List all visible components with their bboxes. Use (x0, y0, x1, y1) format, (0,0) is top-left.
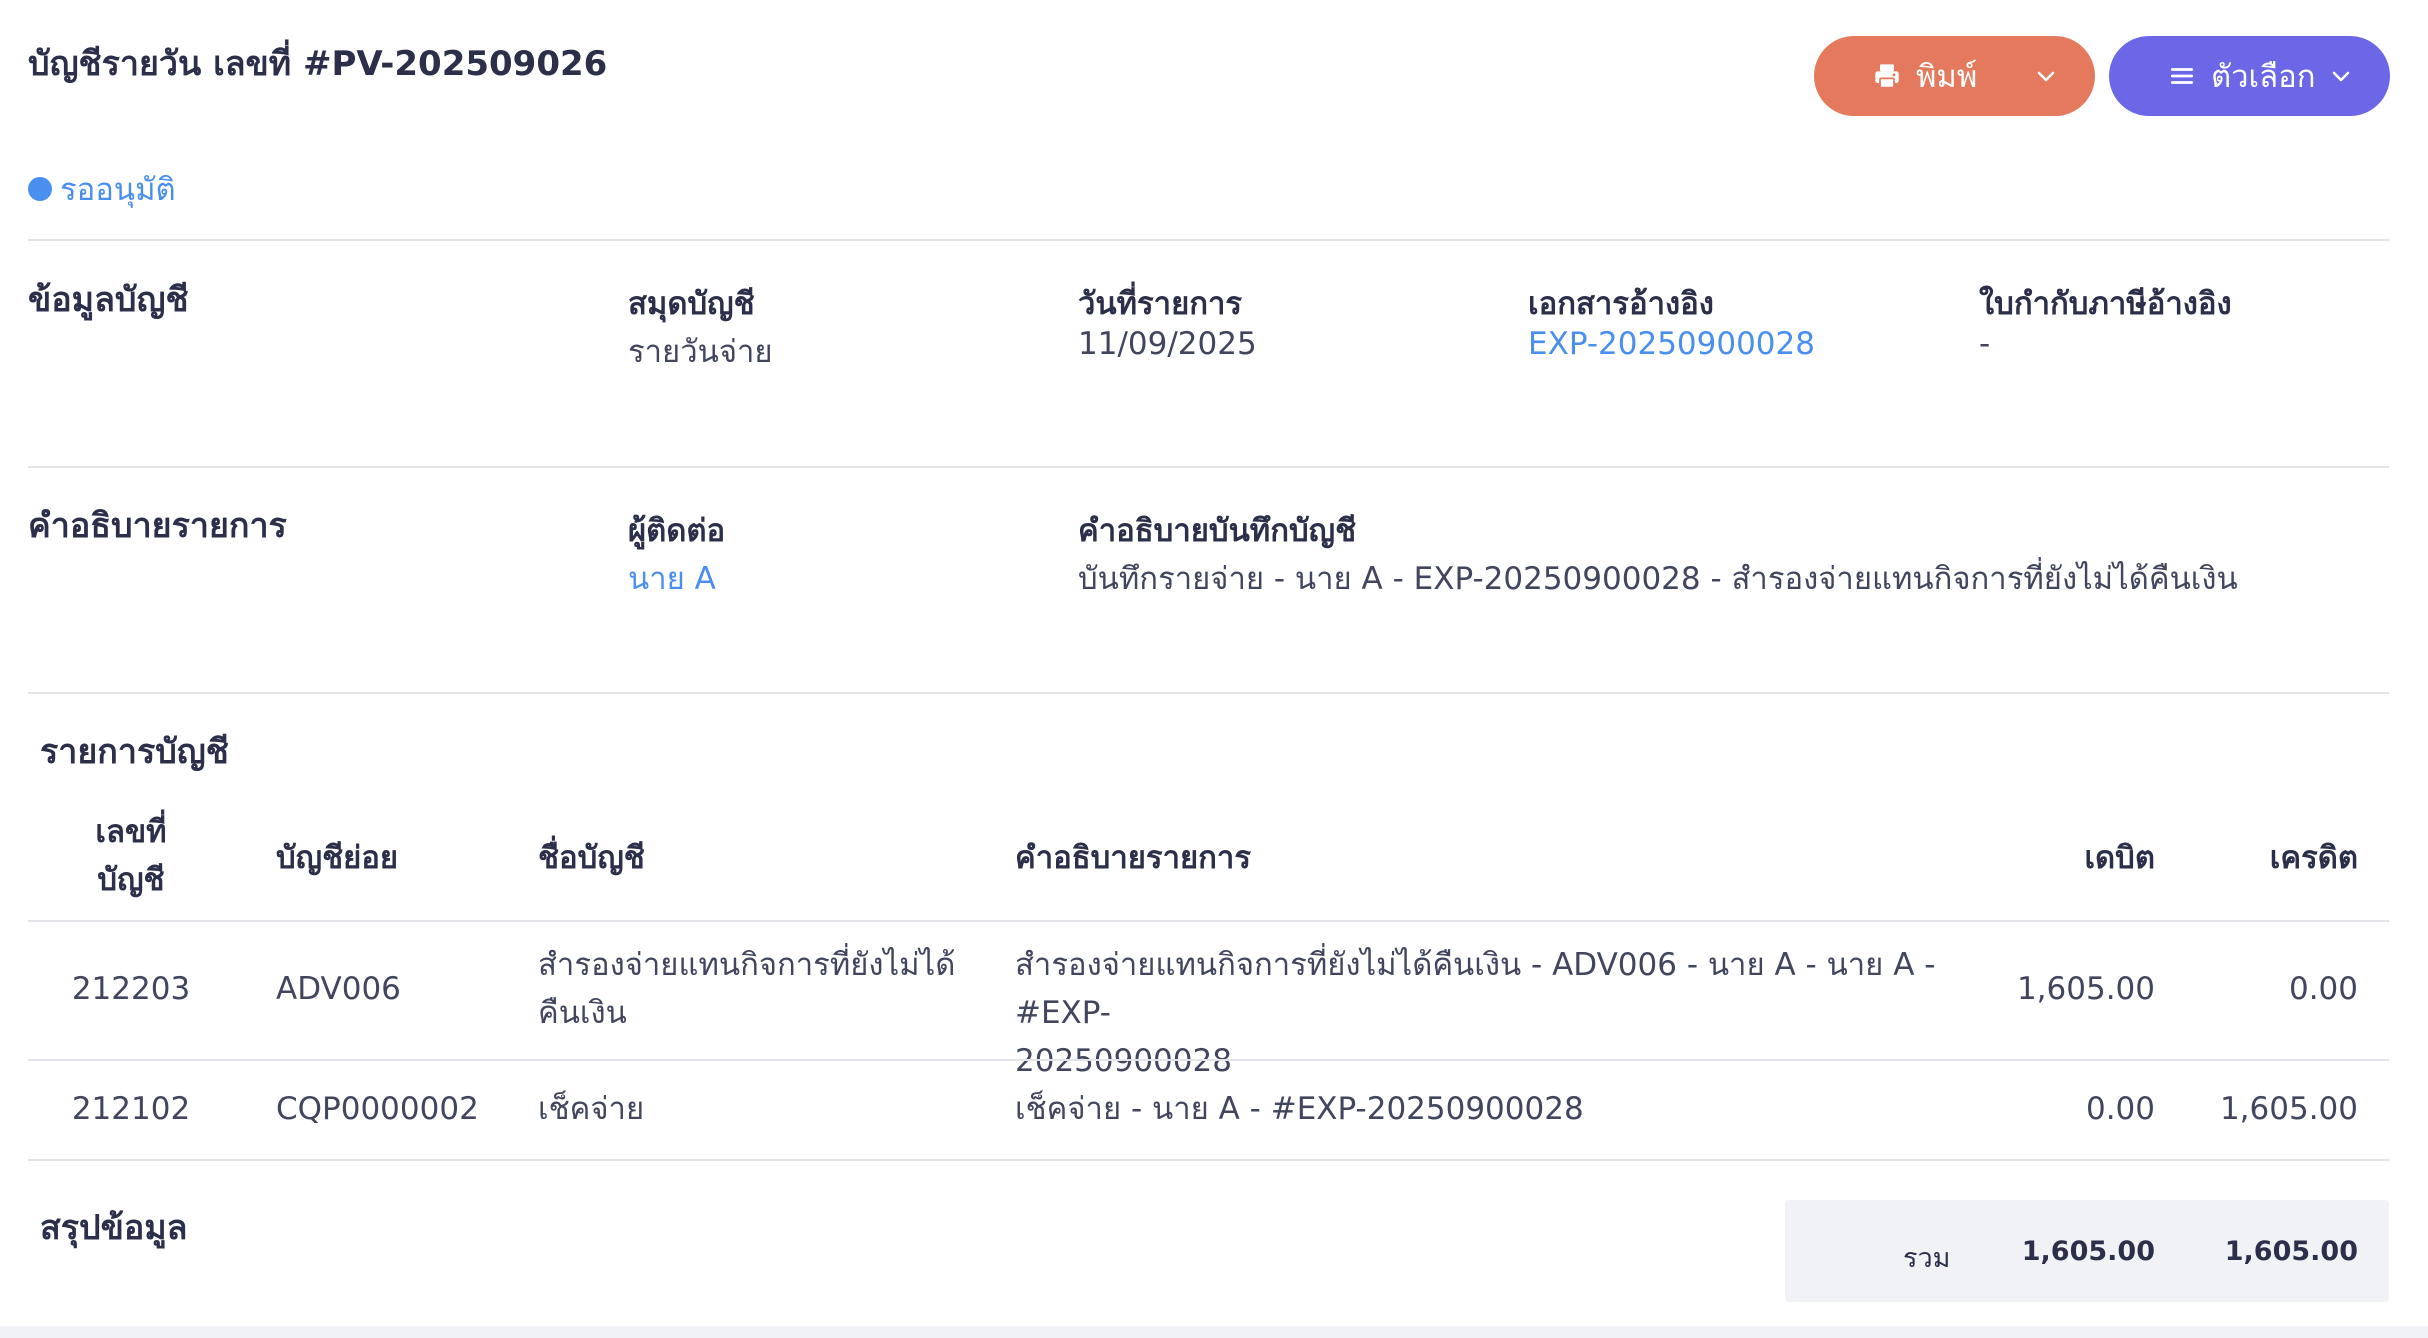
divider (28, 1059, 2389, 1061)
row-account-name: เช็คจ่าย (538, 1091, 645, 1127)
contact-label: ผู้ติดต่อ (628, 513, 726, 549)
journal-voucher-page: บัญชีรายวัน เลขที่ #PV-202509026 พิมพ์ ต… (0, 0, 2428, 1338)
col-description: คำอธิบายรายการ (1015, 840, 1251, 876)
entries-title: รายการบัญชี (40, 732, 229, 772)
row-description-link[interactable]: สำรองจ่ายแทนกิจการที่ยังไม่ได้คืนเงิน - … (1015, 941, 1955, 1085)
row-account-name-line2: คืนเงิน (538, 995, 627, 1031)
row-description-line2: 20250900028 (1015, 1043, 1232, 1079)
print-button-label: พิมพ์ (1916, 59, 1978, 95)
status-text: รออนุมัติ (60, 172, 176, 208)
row-sub-account: ADV006 (276, 971, 401, 1007)
row-description-link[interactable]: เช็คจ่าย - นาย A - #EXP-20250900028 (1015, 1085, 1584, 1133)
summary-title: สรุปข้อมูล (40, 1208, 188, 1248)
col-sub-account: บัญชีย่อย (276, 840, 399, 876)
options-button[interactable]: ตัวเลือก (2109, 36, 2390, 116)
contact-link[interactable]: นาย A (628, 553, 716, 603)
print-button[interactable]: พิมพ์ (1814, 36, 2095, 116)
row-account-no: 212102 (71, 1091, 191, 1127)
account-info-title: ข้อมูลบัญชี (28, 280, 189, 320)
col-credit: เครดิต (2269, 840, 2358, 876)
printer-icon (1872, 61, 1902, 91)
status-dot (28, 177, 52, 201)
chevron-down-icon[interactable] (2033, 63, 2059, 89)
date-label: วันที่รายการ (1078, 286, 1243, 322)
row-credit: 1,605.00 (2219, 1091, 2358, 1127)
divider (28, 239, 2389, 241)
row-sub-account: CQP0000002 (276, 1091, 479, 1127)
divider (28, 1159, 2389, 1161)
memo-label: คำอธิบายบันทึกบัญชี (1078, 513, 1357, 549)
col-account-no-line1: เลขที่ (95, 814, 167, 850)
row-description-line1: สำรองจ่ายแทนกิจการที่ยังไม่ได้คืนเงิน - … (1015, 947, 1936, 1031)
row-account-name: สำรองจ่ายแทนกิจการที่ยังไม่ได้ คืนเงิน (538, 941, 978, 1037)
col-account-name: ชื่อบัญชี (538, 840, 645, 876)
row-debit: 1,605.00 (2016, 971, 2155, 1007)
ref-doc-link[interactable]: EXP-20250900028 (1528, 326, 1815, 362)
col-debit: เดบิต (2084, 840, 2155, 876)
col-account-no-line2: บัญชี (97, 862, 165, 898)
total-debit: 1,605.00 (2021, 1236, 2155, 1267)
total-label: รวม (1903, 1243, 1951, 1274)
ref-doc-label: เอกสารอ้างอิง (1528, 286, 1714, 322)
row-debit: 0.00 (2085, 1091, 2155, 1127)
memo-value: บันทึกรายจ่าย - นาย A - EXP-20250900028 … (1078, 561, 2238, 597)
description-title: คำอธิบายรายการ (28, 506, 287, 546)
page-bottom-edge (0, 1326, 2428, 1338)
divider (28, 692, 2389, 694)
tax-invoice-value: - (1979, 326, 1991, 362)
row-account-name-line1: สำรองจ่ายแทนกิจการที่ยังไม่ได้ (538, 947, 956, 983)
divider (28, 920, 2389, 922)
menu-icon (2167, 61, 2197, 91)
page-title: บัญชีรายวัน เลขที่ #PV-202509026 (28, 44, 608, 84)
tax-invoice-label: ใบกำกับภาษีอ้างอิง (1979, 286, 2232, 322)
book-value: รายวันจ่าย (628, 334, 773, 370)
total-credit: 1,605.00 (2224, 1236, 2358, 1267)
book-label: สมุดบัญชี (628, 286, 755, 322)
date-value: 11/09/2025 (1078, 326, 1257, 362)
chevron-down-icon[interactable] (2328, 63, 2354, 89)
divider (28, 466, 2389, 468)
status-badge: รออนุมัติ (28, 164, 176, 214)
summary-totals: รวม 1,605.00 1,605.00 (1785, 1200, 2389, 1302)
row-credit: 0.00 (2288, 971, 2358, 1007)
col-account-no: เลขที่ บัญชี (60, 808, 202, 904)
row-account-no: 212203 (71, 971, 191, 1007)
options-button-label: ตัวเลือก (2211, 59, 2316, 95)
